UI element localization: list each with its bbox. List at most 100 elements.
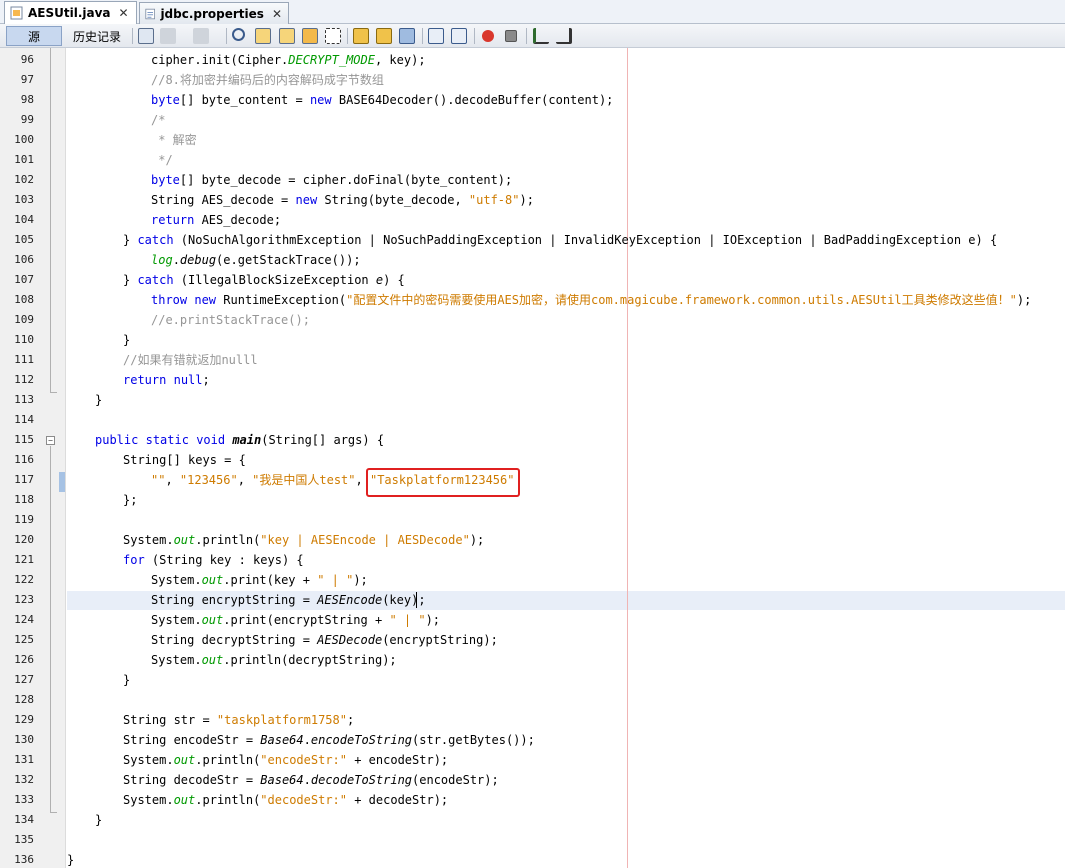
- fold-guide: [50, 48, 51, 392]
- code-line-99: /*: [151, 113, 166, 127]
- line-number: 110: [14, 333, 34, 346]
- line-number: 130: [14, 733, 34, 746]
- code-line-102: byte[] byte_decode = cipher.doFinal(byte…: [151, 173, 513, 187]
- find-prev-icon[interactable]: [255, 28, 271, 44]
- line-number: 117: [14, 473, 34, 486]
- code-line-110: }: [123, 333, 131, 347]
- code-line-123: String encryptString = AESEncode(key);: [151, 593, 426, 607]
- toggle-highlight-icon[interactable]: [302, 28, 318, 44]
- shift-right-icon[interactable]: [451, 28, 467, 44]
- code-line-130: String encodeStr = Base64.encodeToString…: [123, 733, 535, 747]
- tab-label: jdbc.properties: [160, 6, 264, 21]
- last-edit-icon[interactable]: [138, 28, 154, 44]
- uncomment-icon[interactable]: [556, 28, 572, 44]
- toolbar-separator: [347, 28, 348, 44]
- line-number: 124: [14, 613, 34, 626]
- line-number: 136: [14, 853, 34, 866]
- line-number: 100: [14, 133, 34, 146]
- line-number: 123: [14, 593, 34, 606]
- fold-toggle-icon[interactable]: −: [46, 436, 55, 445]
- next-bookmark-icon[interactable]: [376, 28, 392, 44]
- code-line-131: System.out.println("encodeStr:" + encode…: [123, 753, 449, 767]
- toolbar-separator: [474, 28, 475, 44]
- code-line-127: }: [123, 673, 131, 687]
- find-next-icon[interactable]: [279, 28, 295, 44]
- line-number: 115: [14, 433, 34, 446]
- code-line-96: cipher.init(Cipher.DECRYPT_MODE, key);: [151, 53, 426, 67]
- line-number: 106: [14, 253, 34, 266]
- forward-icon[interactable]: [193, 28, 209, 44]
- toolbar-separator: [132, 28, 133, 44]
- toolbar-separator: [226, 28, 227, 44]
- find-icon[interactable]: [232, 28, 245, 41]
- line-number: 113: [14, 393, 34, 406]
- line-number: 135: [14, 833, 34, 846]
- line-number: 98: [20, 93, 34, 106]
- start-macro-icon[interactable]: [482, 30, 494, 42]
- line-number: 131: [14, 753, 34, 766]
- fold-guide-end: [50, 392, 57, 393]
- tab-label: AESUtil.java: [28, 6, 111, 20]
- line-number: 103: [14, 193, 34, 206]
- code-line-134: }: [95, 813, 103, 827]
- code-line-100: * 解密: [151, 133, 197, 147]
- line-number: 125: [14, 633, 34, 646]
- line-number: 108: [14, 293, 34, 306]
- code-line-111: //如果有错就返加nulll: [123, 353, 258, 367]
- line-number: 121: [14, 553, 34, 566]
- right-margin-guide: [627, 48, 628, 868]
- code-line-101: */: [151, 153, 173, 167]
- line-number: 129: [14, 713, 34, 726]
- line-number: 122: [14, 573, 34, 586]
- toggle-bookmark-icon[interactable]: [399, 28, 415, 44]
- tab-aesutil-java[interactable]: AESUtil.java ✕: [4, 1, 137, 24]
- toolbar-separator: [526, 28, 527, 44]
- code-line-106: log.debug(e.getStackTrace());: [151, 253, 361, 267]
- line-number: 132: [14, 773, 34, 786]
- close-icon[interactable]: ✕: [272, 7, 282, 21]
- line-number: 105: [14, 233, 34, 246]
- line-number: 96: [20, 53, 34, 66]
- line-number: 120: [14, 533, 34, 546]
- stop-macro-icon[interactable]: [505, 30, 517, 42]
- source-view-tab[interactable]: 源: [6, 26, 62, 46]
- code-line-126: System.out.println(decryptString);: [151, 653, 397, 667]
- line-number: 111: [14, 353, 34, 366]
- code-line-122: System.out.print(key + " | ");: [151, 573, 368, 587]
- code-line-113: }: [95, 393, 103, 407]
- close-icon[interactable]: ✕: [119, 6, 129, 20]
- line-number: 101: [14, 153, 34, 166]
- comment-icon[interactable]: [533, 28, 549, 44]
- code-line-108: throw new RuntimeException("配置文件中的密码需要使用…: [151, 293, 1032, 307]
- code-line-125: String decryptString = AESDecode(encrypt…: [151, 633, 498, 647]
- line-number: 104: [14, 213, 34, 226]
- shift-left-icon[interactable]: [428, 28, 444, 44]
- properties-file-icon: [145, 8, 156, 19]
- change-marker: [59, 472, 65, 492]
- editor-toolbar: 源 历史记录: [0, 24, 1065, 48]
- toolbar-separator: [422, 28, 423, 44]
- code-line-109: //e.printStackTrace();: [151, 313, 310, 327]
- code-line-136: }: [67, 853, 75, 867]
- code-editor[interactable]: 96 97 98 99 100 101 102 103 104 105 106 107 108 109 11…: [0, 48, 1065, 868]
- java-file-icon: [10, 6, 23, 20]
- line-number: 97: [20, 73, 34, 86]
- code-line-103: String AES_decode = new String(byte_deco…: [151, 193, 534, 207]
- fold-guide: [50, 446, 51, 812]
- code-line-132: String decodeStr = Base64.decodeToString…: [123, 773, 499, 787]
- code-line-104: return AES_decode;: [151, 213, 282, 227]
- line-number: 107: [14, 273, 34, 286]
- editor-tab-bar: AESUtil.java ✕ jdbc.properties ✕: [0, 0, 1065, 24]
- toggle-selection-icon[interactable]: [325, 28, 341, 44]
- tab-jdbc-properties[interactable]: jdbc.properties ✕: [139, 2, 289, 24]
- line-number: 109: [14, 313, 34, 326]
- line-number: 126: [14, 653, 34, 666]
- line-number: 102: [14, 173, 34, 186]
- code-line-105: } catch (NoSuchAlgorithmException | NoSu…: [123, 233, 998, 247]
- back-icon[interactable]: [160, 28, 176, 44]
- code-line-124: System.out.print(encryptString + " | ");: [151, 613, 441, 627]
- line-number: 112: [14, 373, 34, 386]
- prev-bookmark-icon[interactable]: [353, 28, 369, 44]
- text-caret: [416, 592, 417, 608]
- history-view-tab[interactable]: 历史记录: [66, 26, 128, 46]
